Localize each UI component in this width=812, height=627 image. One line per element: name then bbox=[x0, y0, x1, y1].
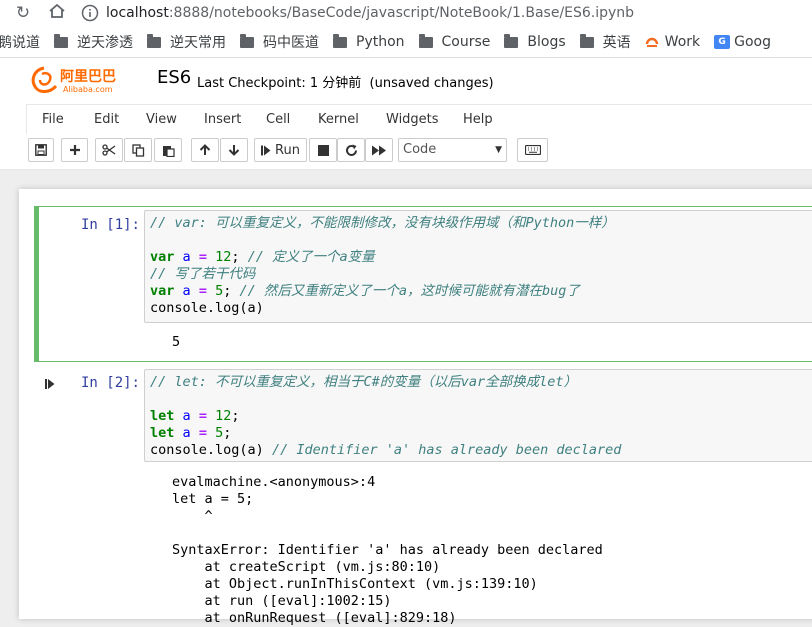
menu-insert[interactable]: Insert bbox=[204, 112, 241, 127]
url-path: :8888/notebooks/BaseCode/javascript/Note… bbox=[168, 5, 635, 21]
fast-forward-icon bbox=[372, 145, 386, 155]
restart-run-all-button[interactable] bbox=[365, 138, 393, 162]
checkpoint-status: Last Checkpoint: 1 分钟前 (unsaved changes) bbox=[197, 76, 494, 91]
notebook-header: 阿里巴巴 Alibaba.com ES6 Last Checkpoint: 1 … bbox=[0, 58, 812, 104]
input-prompt: In [1]: bbox=[80, 217, 140, 233]
home-icon[interactable] bbox=[44, 3, 70, 24]
run-button[interactable]: Run bbox=[254, 138, 307, 162]
step-forward-icon bbox=[261, 145, 271, 155]
save-icon bbox=[35, 144, 47, 156]
folder-icon bbox=[147, 34, 161, 48]
code-editor[interactable]: // var: 可以重复定义，不能限制修改，没有块级作用域（和Python一样）… bbox=[150, 215, 615, 317]
interrupt-kernel-button[interactable] bbox=[309, 138, 337, 162]
paste-button[interactable] bbox=[154, 138, 182, 162]
folder-icon bbox=[240, 34, 254, 48]
restart-kernel-button[interactable] bbox=[337, 138, 365, 162]
folder-icon bbox=[333, 34, 347, 48]
dropdown-caret-icon: ▼ bbox=[495, 145, 502, 155]
bookmark-folder[interactable]: Blogs bbox=[504, 34, 566, 50]
folder-icon bbox=[54, 34, 68, 48]
copy-icon bbox=[131, 143, 144, 157]
code-cell[interactable]: In [1]: // var: 可以重复定义，不能限制修改，没有块级作用域（和P… bbox=[34, 206, 812, 362]
keyboard-icon bbox=[524, 145, 541, 155]
folder-icon bbox=[418, 34, 433, 48]
url-host: localhost bbox=[106, 5, 169, 21]
cell-output: 5 bbox=[172, 334, 181, 350]
bookmark-item[interactable]: 鹅说道 bbox=[0, 32, 40, 52]
menu-help[interactable]: Help bbox=[463, 112, 493, 127]
code-input-area[interactable]: // var: 可以重复定义，不能限制修改，没有块级作用域（和Python一样）… bbox=[144, 210, 812, 323]
menu-edit[interactable]: Edit bbox=[94, 112, 119, 127]
bookmark-folder[interactable]: 码中医道 bbox=[240, 32, 319, 52]
stop-icon bbox=[317, 144, 329, 156]
move-up-button[interactable] bbox=[191, 138, 219, 162]
bookmark-folder[interactable]: 逆天渗透 bbox=[54, 32, 133, 52]
svg-text:阿里巴巴: 阿里巴巴 bbox=[60, 69, 116, 85]
bookmark-folder[interactable]: 逆天常用 bbox=[147, 32, 226, 52]
copy-button[interactable] bbox=[124, 138, 152, 162]
google-translate-icon: G bbox=[714, 34, 731, 49]
menu-kernel[interactable]: Kernel bbox=[318, 112, 359, 127]
cell-type-select[interactable]: Code ▼ bbox=[398, 138, 507, 162]
plus-icon bbox=[69, 145, 80, 155]
menu-view[interactable]: View bbox=[146, 112, 177, 127]
arrow-up-icon bbox=[199, 144, 211, 155]
folder-icon bbox=[504, 34, 519, 48]
bookmark-folder[interactable]: 英语 bbox=[579, 32, 631, 52]
work-icon bbox=[645, 37, 658, 47]
site-info-icon[interactable] bbox=[80, 3, 100, 23]
input-prompt: In [2]: bbox=[80, 375, 140, 391]
arrow-down-icon bbox=[228, 145, 240, 156]
reload-icon[interactable]: ↻ bbox=[10, 3, 36, 23]
bookmarks-bar: 鹅说道 逆天渗透 逆天常用 码中医道 Python Course Blogs 英… bbox=[0, 26, 812, 58]
menubar: File Edit View Insert Cell Kernel Widget… bbox=[0, 104, 812, 134]
folder-icon bbox=[579, 34, 594, 48]
insert-cell-button[interactable] bbox=[61, 138, 88, 162]
alibaba-logo[interactable]: 阿里巴巴 Alibaba.com bbox=[30, 64, 142, 96]
paste-icon bbox=[162, 145, 175, 157]
notebook-title[interactable]: ES6 bbox=[157, 67, 191, 88]
toolbar: Run Code ▼ bbox=[0, 134, 812, 170]
menu-cell[interactable]: Cell bbox=[266, 112, 290, 127]
address-bar[interactable]: localhost:8888/notebooks/BaseCode/javasc… bbox=[106, 5, 634, 21]
refresh-icon bbox=[345, 144, 357, 156]
bookmark-item[interactable]: Work bbox=[645, 34, 700, 50]
cell-output-error: evalmachine.<anonymous>:4 let a = 5; ^ S… bbox=[172, 474, 603, 626]
bookmark-folder[interactable]: Course bbox=[418, 34, 490, 50]
menu-file[interactable]: File bbox=[42, 112, 64, 127]
save-button[interactable] bbox=[28, 138, 54, 162]
bookmark-item[interactable]: G Goog bbox=[714, 34, 771, 50]
svg-text:Alibaba.com: Alibaba.com bbox=[63, 85, 113, 94]
move-down-button[interactable] bbox=[220, 138, 248, 162]
browser-url-bar: ↻ localhost:8888/notebooks/BaseCode/java… bbox=[0, 0, 812, 26]
code-editor[interactable]: // let: 不可以重复定义，相当于C#的变量（以后var全部换成let） ​… bbox=[150, 374, 621, 459]
scissors-icon bbox=[102, 144, 116, 156]
menu-widgets[interactable]: Widgets bbox=[386, 112, 439, 127]
cut-button[interactable] bbox=[95, 138, 123, 162]
code-input-area[interactable]: // let: 不可以重复定义，相当于C#的变量（以后var全部换成let） ​… bbox=[144, 369, 812, 462]
bookmark-folder[interactable]: Python bbox=[333, 34, 405, 50]
command-palette-button[interactable] bbox=[517, 138, 548, 162]
menubar-frame: File Edit View Insert Cell Kernel Widget… bbox=[26, 104, 812, 134]
code-cell[interactable]: In [2]: // let: 不可以重复定义，相当于C#的变量（以后var全部… bbox=[34, 367, 812, 627]
notebook-container: In [1]: // var: 可以重复定义，不能限制修改，没有块级作用域（和P… bbox=[19, 189, 812, 626]
